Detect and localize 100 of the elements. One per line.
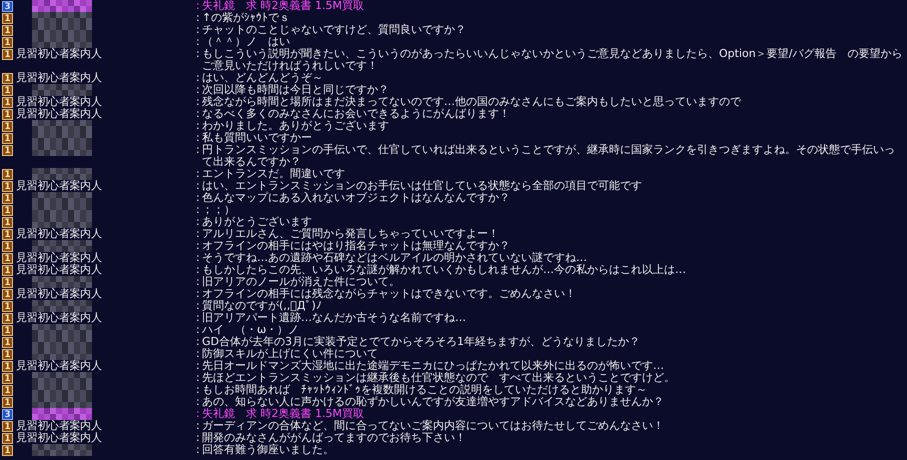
channel-badge: 1 [2,121,13,132]
speaker-name: 見習初心者案内人 [16,420,102,432]
channel-badge: 1 [2,169,13,180]
separator: : [196,0,201,12]
message-text: 色んなマップにある入れないオブジェクトはなんなんですか？ [202,192,511,204]
message-text: 質問なのですが(,,ﾟДﾟ)ﾉ [202,300,323,312]
separator: : [196,396,201,408]
separator: : [196,300,201,312]
message-text: オフラインの相手にはやはり指名チャットは無理なんですか？ [202,240,511,252]
channel-badge: 1 [2,277,13,288]
channel-badge: 1 [2,133,13,144]
channel-badge: 1 [2,265,13,276]
message-text: 失礼鏡 求 時2奥義書 1.5M買取 [202,408,365,420]
separator: : [196,192,201,204]
channel-badge: 1 [2,421,13,432]
message-text: GD合体が去年の3月に実装予定とでてからそろそろ1年経ちますが、どうなりましたか？ [202,336,641,348]
message-text: あの、知らない人に声かけるの恥ずかしいんですが友達増やすアドバイスなどありませんか？ [202,396,665,408]
channel-badge: 1 [2,97,13,108]
message-text: なるべく多くのみなさんにお会いできるようにがんばります！ [202,108,511,120]
channel-badge: 1 [2,241,13,252]
speaker-name: 見習初心者案内人 [16,108,102,120]
channel-badge: 1 [2,385,13,396]
message-text: そうですね…あの遺跡や石碑などはベルアイルの明かされていない謎ですね… [202,252,588,264]
message-text: 防御スキルが上げにくい件について [202,348,379,360]
message-text: 失礼鏡 求 時2奥義書 1.5M買取 [202,0,365,12]
separator: : [196,12,201,24]
message-text: 先ほどエントランスミッションは継承後も仕官状態なので すべて出来るということですけど。 [202,372,676,384]
separator: : [196,180,201,192]
message-text: 円トランスミッションの手伝いで、仕官していれば出来るということですが、継承時に国家ランクを引きつぎますよね。その状態で手伝いって出来るんですか？ [202,144,896,168]
message-text: わかりました。ありがとうございます [202,120,390,132]
separator: : [196,360,201,372]
separator: : [196,84,201,96]
channel-badge: 1 [2,253,13,264]
channel-badge: 1 [2,85,13,96]
channel-badge: 1 [2,373,13,384]
speaker-name: 見習初心者案内人 [16,228,102,240]
message-text: エントランスだ。間違いです [202,168,346,180]
speaker-name: 見習初心者案内人 [16,48,102,60]
message-text: 旧アリアパート遺跡…なんだか古そうな名前ですね… [202,312,467,324]
separator: : [196,120,201,132]
separator: : [196,372,201,384]
message-text: ハイ （・ω・）ノ [202,324,300,336]
speaker-name: 見習初心者案内人 [16,96,102,108]
message-text: もしこういう説明が聞きたい、こういうのがあったらいいんじゃないかというご意見などありましたら、Option＞要望/バグ報告 の要望からご意見いただければうれしいです！ [202,48,904,72]
separator: : [196,432,201,444]
message-text: 旧アリアのノールが消えた件について。 [202,276,401,288]
message-text: はい、どんどんどうぞ～ [202,72,324,84]
channel-badge: 3 [2,1,13,12]
channel-badge: 1 [2,37,13,48]
separator: : [196,96,201,108]
separator: : [196,228,201,240]
separator: : [196,204,201,216]
message-text: アルリエルさん、ご質問から発言しちゃっていいですよー！ [202,228,500,240]
message-text: はい、エントランスミッションのお手伝いは仕官している状態なら全部の項目で可能です [202,180,643,192]
channel-badge: 1 [2,289,13,300]
channel-badge: 1 [2,433,13,444]
separator: : [196,72,201,84]
channel-badge: 1 [2,49,13,60]
channel-badge: 1 [2,349,13,360]
speaker-name: 見習初心者案内人 [16,72,102,84]
message-text: ↑の紫がｼｬｳﾄでｓ [202,12,292,24]
separator: : [196,108,201,120]
separator: : [196,144,201,156]
channel-badge: 1 [2,325,13,336]
speaker-name: 見習初心者案内人 [16,264,102,276]
channel-badge: 1 [2,337,13,348]
channel-badge: 1 [2,313,13,324]
message-text: 開発のみなさんががんばってますのでお待ち下さい！ [202,432,467,444]
separator: : [196,444,201,456]
channel-badge: 1 [2,25,13,36]
channel-badge: 1 [2,217,13,228]
separator: : [196,168,201,180]
separator: : [196,336,201,348]
channel-badge: 1 [2,361,13,372]
message-text: ありがとうございます [202,216,313,228]
channel-badge: 1 [2,145,13,156]
channel-badge: 1 [2,205,13,216]
message-text: 私も質問いいですかー [202,132,313,144]
separator: : [196,252,201,264]
speaker-name: 見習初心者案内人 [16,312,102,324]
separator: : [196,384,201,396]
separator: : [196,408,201,420]
separator: : [196,36,201,48]
message-text: 先日オールドマンズ大湿地に出た途端デモニカにひっぱたかれて以来外に出るのが怖いです… [202,360,665,372]
channel-badge: 1 [2,301,13,312]
separator: : [196,420,201,432]
separator: : [196,216,201,228]
channel-badge: 1 [2,13,13,24]
channel-badge: 1 [2,181,13,192]
separator: : [196,348,201,360]
separator: : [196,48,201,60]
speaker-name: 見習初心者案内人 [16,360,102,372]
message-text: もしお時間あれば ﾁｬｯﾄｳｨﾝﾄﾞｩを複数開けることの説明をしていただけると助かります～ [202,384,648,396]
message-text: チャットのことじゃないですけど、質問良いですか？ [202,24,467,36]
message-text: 次回以降も時間は今日と同じですか？ [202,84,390,96]
separator: : [196,24,201,36]
channel-badge: 1 [2,73,13,84]
channel-badge: 1 [2,229,13,240]
separator: : [196,240,201,252]
speaker-name: 見習初心者案内人 [16,180,102,192]
